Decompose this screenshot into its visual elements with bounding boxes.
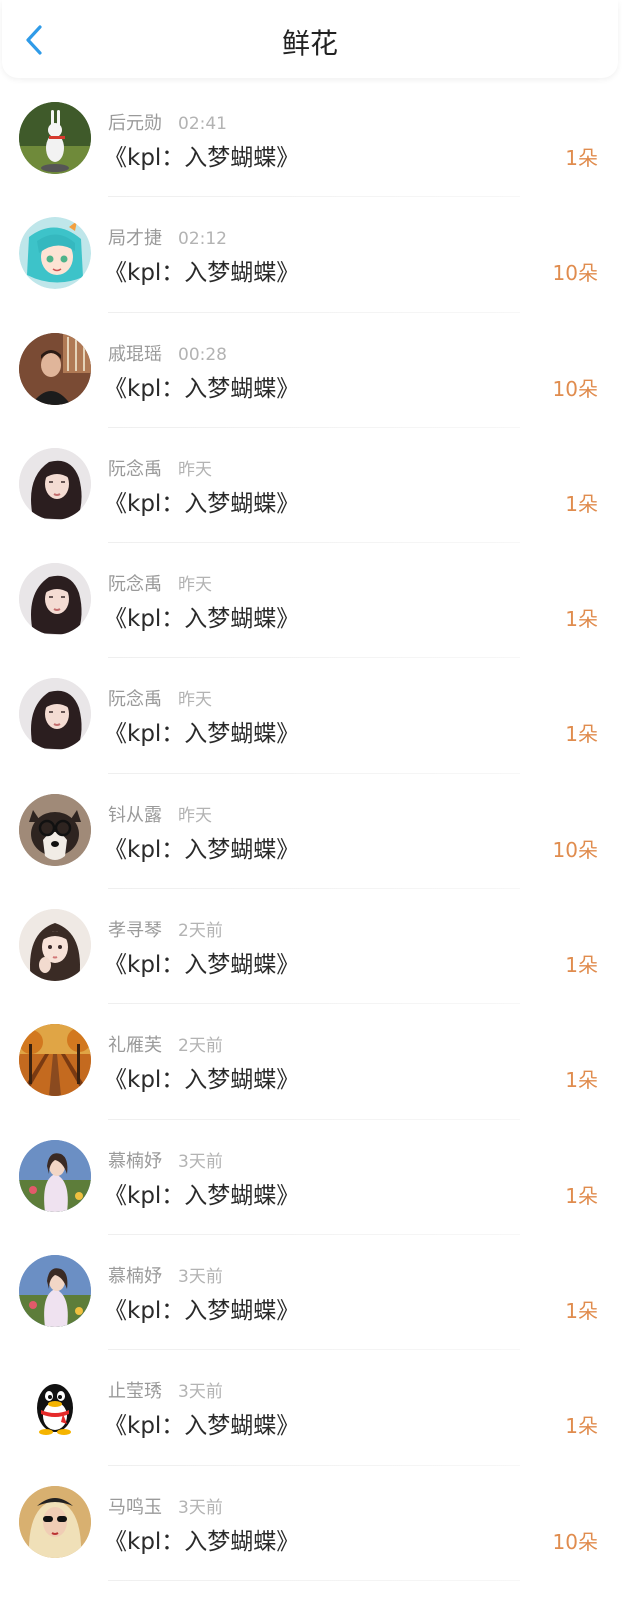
sender-name: 后元勋 <box>108 113 162 134</box>
sender-meta: 阮念禹 昨天 <box>108 455 212 481</box>
timestamp: 00:28 <box>178 344 227 365</box>
flower-count: 1朵 <box>565 1068 598 1093</box>
work-title: 《kpl：入梦蝴蝶》 <box>104 490 300 517</box>
list-item[interactable]: 戚琨瑶 00:28 《kpl：入梦蝴蝶》 10朵 <box>0 313 640 428</box>
list-item[interactable]: 阮念禹 昨天《kpl：入梦蝴蝶》 1朵 <box>0 543 640 659</box>
work-title: 《kpl：入梦蝴蝶》 <box>104 1413 300 1440</box>
flower-count: 1朵 <box>565 722 598 747</box>
sender-name: 礼雁芙 <box>108 1035 162 1057</box>
sender-meta: 止莹琇 3天前 <box>108 1377 223 1403</box>
sender-name: 孝寻琴 <box>108 920 162 942</box>
timestamp: 02:41 <box>178 114 227 134</box>
avatar[interactable] <box>19 563 91 636</box>
list-item[interactable]: 慕楠妤 3天前《kpl：入梦蝴蝶》 1朵 <box>0 1120 640 1235</box>
list-item[interactable]: 止莹琇 3天前《kpl：入梦蝴蝶》 1朵 <box>0 1350 640 1466</box>
avatar[interactable] <box>19 217 91 290</box>
avatar[interactable] <box>19 1254 91 1327</box>
avatar[interactable] <box>19 793 91 866</box>
flower-count: 1朵 <box>565 953 598 978</box>
work-title: 《kpl：入梦蝴蝶》 <box>104 721 300 748</box>
timestamp: 昨天 <box>178 575 212 596</box>
flower-count: 1朵 <box>565 1414 598 1439</box>
flower-count: 10朵 <box>552 837 598 862</box>
flower-count: 10朵 <box>552 1529 598 1554</box>
sender-meta: 慕楠妤 3天前 <box>108 1147 223 1173</box>
work-title: 《kpl：入梦蝴蝶》 <box>104 1297 300 1324</box>
timestamp: 昨天 <box>178 459 212 480</box>
work-title: 《kpl：入梦蝴蝶》 <box>104 145 300 171</box>
flower-list: 后元勋 02:41 《kpl：入梦蝴蝶》 1朵 局才捷 02:12 《kpl：入梦蝴蝶》 10… <box>0 82 640 1581</box>
avatar[interactable] <box>19 1139 91 1212</box>
sender-meta: 局才捷 02:12 <box>108 224 227 250</box>
avatar[interactable] <box>19 102 91 174</box>
flower-count: 10朵 <box>552 261 598 286</box>
avatar[interactable] <box>19 678 91 751</box>
sender-meta: 阮念禹 昨天 <box>108 570 212 596</box>
navigation-bar: 鲜花 <box>2 0 618 78</box>
sender-name: 钭从露 <box>108 804 162 826</box>
timestamp: 3天前 <box>178 1266 223 1287</box>
flower-count: 10朵 <box>552 376 598 401</box>
timestamp: 3天前 <box>178 1151 223 1172</box>
timestamp: 3天前 <box>178 1497 223 1518</box>
sender-name: 慕楠妤 <box>108 1150 162 1172</box>
work-title: 《kpl：入梦蝴蝶》 <box>104 1067 300 1094</box>
sender-name: 止莹琇 <box>108 1381 162 1403</box>
work-title: 《kpl：入梦蝴蝶》 <box>104 606 300 633</box>
sender-meta: 孝寻琴 2天前 <box>108 916 223 942</box>
list-item[interactable]: 阮念禹 昨天《kpl：入梦蝴蝶》 1朵 <box>0 428 640 544</box>
work-title: 《kpl：入梦蝴蝶》 <box>104 260 300 287</box>
sender-name: 局才捷 <box>108 228 162 250</box>
avatar[interactable] <box>19 447 91 520</box>
timestamp: 2天前 <box>178 921 223 942</box>
sender-name: 戚琨瑶 <box>108 343 162 365</box>
sender-name: 马鸣玉 <box>108 1496 162 1518</box>
list-item[interactable]: 孝寻琴 2天前《kpl：入梦蝴蝶》 1朵 <box>0 889 640 1005</box>
list-item[interactable]: 局才捷 02:12 《kpl：入梦蝴蝶》 10朵 <box>0 197 640 313</box>
sender-name: 阮念禹 <box>108 574 162 596</box>
avatar[interactable] <box>19 332 91 405</box>
avatar[interactable] <box>19 1485 91 1558</box>
list-item[interactable]: 阮念禹 昨天《kpl：入梦蝴蝶》 1朵 <box>0 658 640 774</box>
page-title: 鲜花 <box>281 27 338 60</box>
divider <box>108 1579 520 1581</box>
list-item[interactable]: 钭从露 昨天《kpl：入梦蝴蝶》 10朵 <box>0 774 640 890</box>
timestamp: 02:12 <box>178 229 227 250</box>
sender-meta: 礼雁芙 2天前 <box>108 1031 223 1057</box>
flower-count: 1朵 <box>565 607 598 632</box>
flowers-page: 鲜花 后元勋 02:41 《kpl：入梦蝴蝶》 1朵 局才捷 02:12 《kpl：入梦蝴蝶… <box>0 0 640 1620</box>
sender-name: 阮念禹 <box>108 458 162 480</box>
avatar[interactable] <box>19 1370 91 1443</box>
flower-count: 1朵 <box>565 491 598 516</box>
list-item[interactable]: 慕楠妤 3天前《kpl：入梦蝴蝶》 1朵 <box>0 1235 640 1351</box>
work-title: 《kpl：入梦蝴蝶》 <box>104 375 300 402</box>
flower-count: 1朵 <box>565 146 598 170</box>
sender-name: 阮念禹 <box>108 689 162 711</box>
timestamp: 2天前 <box>178 1036 223 1057</box>
avatar[interactable] <box>19 909 91 982</box>
work-title: 《kpl：入梦蝴蝶》 <box>104 836 300 863</box>
list-item[interactable]: 马鸣玉 3天前《kpl：入梦蝴蝶》 10朵 <box>0 1466 640 1581</box>
flower-count: 1朵 <box>565 1298 598 1323</box>
list-item[interactable]: 礼雁芙 2天前《kpl：入梦蝴蝶》 1朵 <box>0 1004 640 1120</box>
sender-meta: 后元勋 02:41 <box>108 109 227 135</box>
work-title: 《kpl：入梦蝴蝶》 <box>104 1528 300 1555</box>
sender-meta: 戚琨瑶 00:28 <box>108 340 227 366</box>
sender-meta: 马鸣玉 3天前 <box>108 1493 223 1519</box>
timestamp: 昨天 <box>178 805 212 826</box>
flower-count: 1朵 <box>565 1183 598 1208</box>
sender-name: 慕楠妤 <box>108 1265 162 1287</box>
sender-meta: 钭从露 昨天 <box>108 801 212 827</box>
sender-meta: 慕楠妤 3天前 <box>108 1262 223 1288</box>
work-title: 《kpl：入梦蝴蝶》 <box>104 952 300 979</box>
work-title: 《kpl：入梦蝴蝶》 <box>104 1182 300 1209</box>
timestamp: 3天前 <box>178 1382 223 1403</box>
sender-meta: 阮念禹 昨天 <box>108 685 212 711</box>
timestamp: 昨天 <box>178 690 212 711</box>
list-item[interactable]: 后元勋 02:41 《kpl：入梦蝴蝶》 1朵 <box>0 82 640 198</box>
avatar[interactable] <box>19 1024 91 1097</box>
